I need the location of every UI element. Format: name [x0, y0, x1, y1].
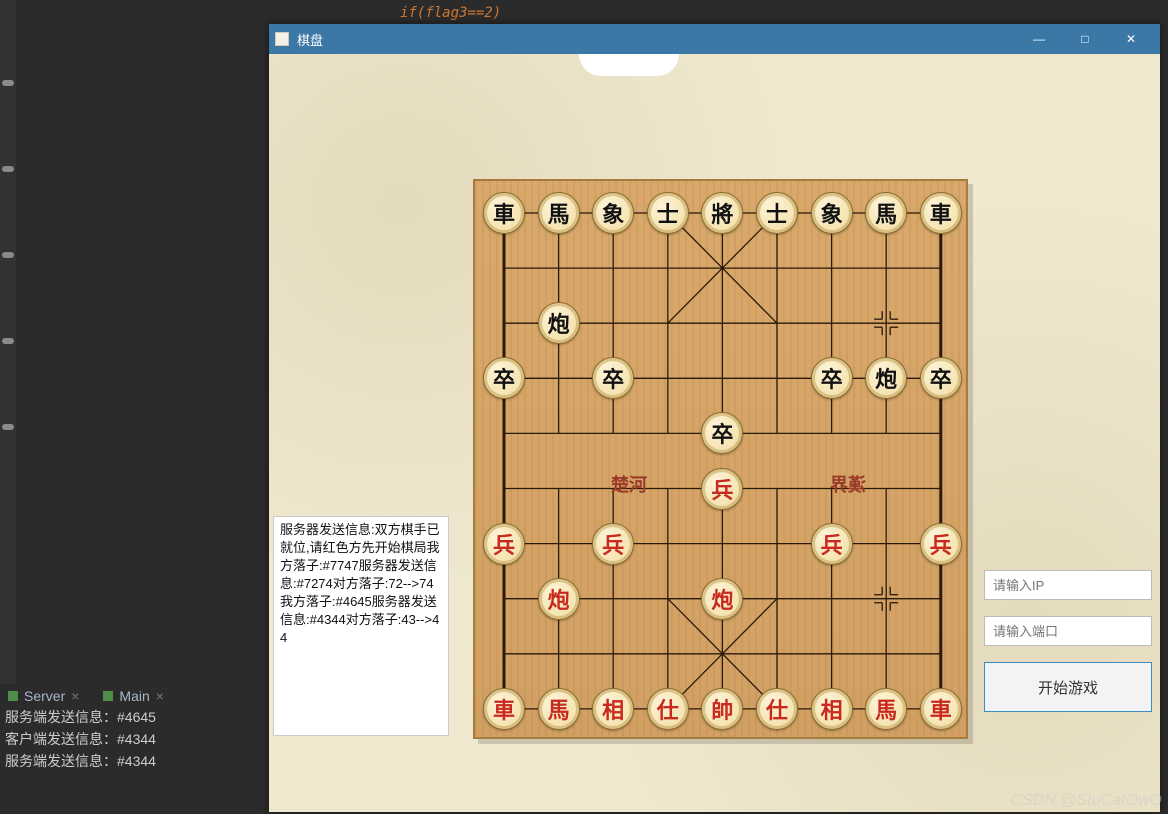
red-soldier[interactable]: 兵 [701, 468, 743, 510]
red-advisor[interactable]: 仕 [756, 688, 798, 730]
ide-gutter [0, 0, 16, 684]
black-general[interactable]: 將 [701, 192, 743, 234]
river-left-label: 楚河 [611, 471, 647, 497]
close-button[interactable]: ✕ [1108, 24, 1154, 54]
game-window: 棋盘 — □ ✕ 服务器发送信息:双方棋手已就位,请红色方先开始棋局我方落子:#… [269, 24, 1160, 812]
red-horse[interactable]: 馬 [538, 688, 580, 730]
start-game-button[interactable]: 开始游戏 [984, 662, 1152, 712]
red-soldier[interactable]: 兵 [483, 523, 525, 565]
console-line: 服务端发送信息：#4344 [5, 750, 156, 772]
black-soldier[interactable]: 卒 [920, 357, 962, 399]
red-horse[interactable]: 馬 [865, 688, 907, 730]
red-cannon[interactable]: 炮 [701, 578, 743, 620]
ide-tab-server[interactable]: Server × [0, 684, 87, 708]
console-line: 服务端发送信息：#4645 [5, 706, 156, 728]
ide-console: 服务端发送信息：#4645 客户端发送信息：#4344 服务端发送信息：#434… [5, 706, 156, 772]
black-chariot[interactable]: 車 [920, 192, 962, 234]
ide-tab-label: Server [24, 688, 65, 704]
black-elephant[interactable]: 象 [811, 192, 853, 234]
ip-input[interactable] [984, 570, 1152, 600]
red-chariot[interactable]: 車 [483, 688, 525, 730]
black-elephant[interactable]: 象 [592, 192, 634, 234]
ide-code-hint: if(flag3==2) [400, 5, 501, 21]
red-elephant[interactable]: 相 [811, 688, 853, 730]
red-chariot[interactable]: 車 [920, 688, 962, 730]
client-area: 服务器发送信息:双方棋手已就位,请红色方先开始棋局我方落子:#7747服务器发送… [269, 54, 1160, 812]
window-title: 棋盘 [297, 30, 323, 49]
ide-tab-main[interactable]: Main × [95, 684, 172, 708]
black-advisor[interactable]: 士 [647, 192, 689, 234]
terminal-icon [103, 691, 113, 701]
red-soldier[interactable]: 兵 [920, 523, 962, 565]
red-soldier[interactable]: 兵 [811, 523, 853, 565]
maximize-button[interactable]: □ [1062, 24, 1108, 54]
ide-run-tabs: Server × Main × [0, 684, 172, 708]
black-horse[interactable]: 馬 [865, 192, 907, 234]
black-advisor[interactable]: 士 [756, 192, 798, 234]
xiangqi-board[interactable]: 楚河 漢界 車馬象士將士象馬車炮炮卒卒卒卒卒兵兵兵兵兵炮炮車馬相仕帥仕相馬車 [473, 179, 968, 739]
watermark: CSDN @StuCatOwO [1011, 792, 1162, 810]
ide-tab-label: Main [119, 688, 149, 704]
red-soldier[interactable]: 兵 [592, 523, 634, 565]
black-soldier[interactable]: 卒 [592, 357, 634, 399]
close-icon[interactable]: × [156, 688, 164, 704]
console-line: 客户端发送信息：#4344 [5, 728, 156, 750]
river-right-label: 漢界 [830, 471, 866, 497]
black-cannon[interactable]: 炮 [538, 302, 580, 344]
black-chariot[interactable]: 車 [483, 192, 525, 234]
terminal-icon [8, 691, 18, 701]
port-input[interactable] [984, 616, 1152, 646]
black-soldier[interactable]: 卒 [483, 357, 525, 399]
controls-panel: 开始游戏 [984, 570, 1152, 712]
minimize-button[interactable]: — [1016, 24, 1062, 54]
title-bar[interactable]: 棋盘 — □ ✕ [269, 24, 1160, 54]
board-grid [475, 181, 970, 741]
black-horse[interactable]: 馬 [538, 192, 580, 234]
decorative-gap [579, 54, 679, 76]
red-advisor[interactable]: 仕 [647, 688, 689, 730]
close-icon[interactable]: × [71, 688, 79, 704]
app-icon [275, 32, 289, 46]
black-cannon[interactable]: 炮 [865, 357, 907, 399]
red-elephant[interactable]: 相 [592, 688, 634, 730]
message-log: 服务器发送信息:双方棋手已就位,请红色方先开始棋局我方落子:#7747服务器发送… [273, 516, 449, 736]
red-general[interactable]: 帥 [701, 688, 743, 730]
red-cannon[interactable]: 炮 [538, 578, 580, 620]
black-soldier[interactable]: 卒 [811, 357, 853, 399]
black-soldier[interactable]: 卒 [701, 412, 743, 454]
